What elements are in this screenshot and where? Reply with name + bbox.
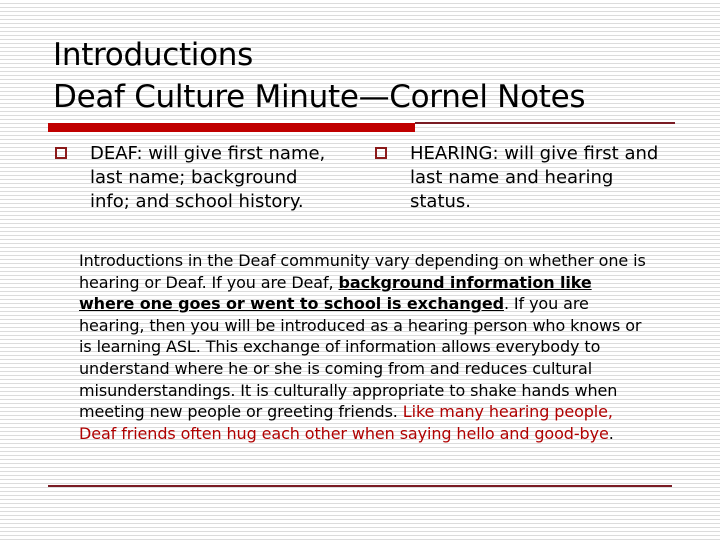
title-line-2: Deaf Culture Minute—Cornel Notes: [53, 79, 586, 115]
slide-title: Introductions Deaf Culture Minute—Cornel…: [53, 34, 586, 118]
title-line-1: Introductions: [53, 37, 253, 73]
hollow-square-bullet-icon: [375, 147, 387, 159]
body-paragraph: Introductions in the Deaf community vary…: [79, 250, 649, 444]
bullet-hearing-text: HEARING: will give first and last name a…: [410, 143, 659, 212]
title-accent-bar: [48, 123, 415, 132]
bullet-deaf-text: DEAF: will give first name, last name; b…: [90, 143, 326, 212]
title-divider-line: [415, 122, 675, 124]
body-end: .: [608, 423, 614, 443]
hollow-square-bullet-icon: [55, 147, 67, 159]
bullet-hearing: HEARING: will give first and last name a…: [375, 142, 670, 214]
bottom-divider-line: [48, 485, 672, 487]
bullet-deaf: DEAF: will give first name, last name; b…: [55, 142, 330, 214]
